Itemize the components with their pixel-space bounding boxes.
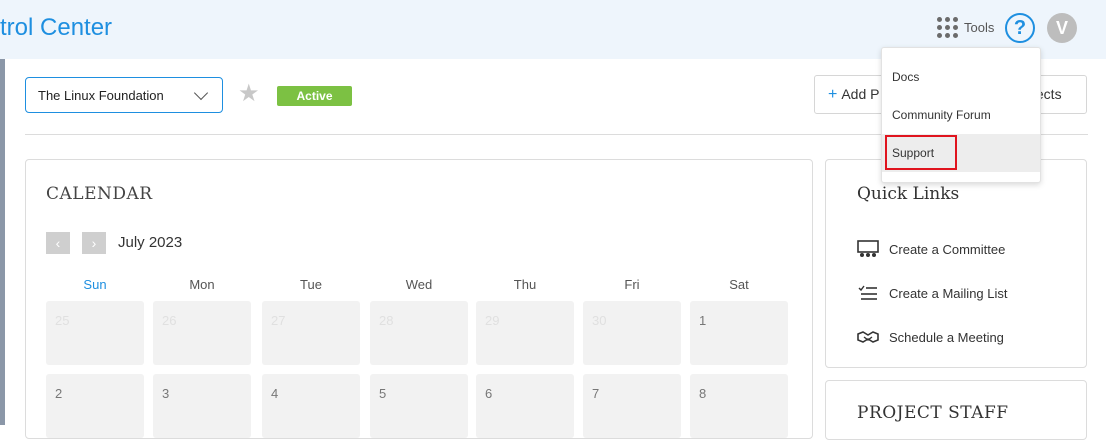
calendar-day[interactable]: 3 bbox=[153, 374, 251, 438]
weekday-header: Sun bbox=[83, 277, 107, 292]
project-staff-card: PROJECT STAFF bbox=[825, 380, 1087, 440]
menu-item-community-forum[interactable]: Community Forum bbox=[882, 96, 1040, 134]
weekday-header: Tue bbox=[300, 277, 322, 292]
day-number: 3 bbox=[162, 386, 170, 401]
status-badge: Active bbox=[277, 86, 352, 106]
day-number: 27 bbox=[271, 313, 286, 328]
avatar[interactable]: V bbox=[1047, 13, 1077, 43]
chevron-down-icon bbox=[193, 85, 209, 101]
calendar-day[interactable]: 5 bbox=[370, 374, 468, 438]
quick-link-label: Create a Committee bbox=[889, 241, 1006, 257]
tools-label: Tools bbox=[964, 20, 995, 35]
calendar-day[interactable]: 4 bbox=[262, 374, 360, 438]
day-number: 28 bbox=[379, 313, 394, 328]
highlight-box bbox=[885, 135, 957, 170]
weekday-header: Wed bbox=[405, 277, 433, 292]
help-icon[interactable]: ? bbox=[1005, 13, 1035, 43]
day-number: 8 bbox=[699, 386, 707, 401]
quick-link-create-mailing-list[interactable]: Create a Mailing List bbox=[857, 284, 1008, 302]
handshake-icon bbox=[857, 331, 879, 343]
calendar-day[interactable]: 8 bbox=[690, 374, 788, 438]
app-title: trol Center bbox=[0, 14, 113, 41]
mailing-list-icon bbox=[858, 285, 877, 300]
quick-link-schedule-meeting[interactable]: Schedule a Meeting bbox=[857, 328, 1004, 346]
tools-dropdown-menu: Docs Community Forum Support bbox=[881, 47, 1041, 183]
calendar-day[interactable]: 25 bbox=[46, 301, 144, 365]
plus-icon: + bbox=[828, 86, 838, 103]
calendar-day[interactable]: 2 bbox=[46, 374, 144, 438]
menu-item-docs[interactable]: Docs bbox=[882, 58, 1040, 96]
quick-links-card: Quick Links Create a Committee Create a … bbox=[825, 159, 1087, 368]
quick-links-title: Quick Links bbox=[857, 184, 960, 204]
calendar-day[interactable]: 6 bbox=[476, 374, 574, 438]
weekday-header: Sat bbox=[729, 277, 749, 292]
day-number: 7 bbox=[592, 386, 600, 401]
apps-grid-icon bbox=[937, 17, 958, 38]
calendar-day[interactable]: 26 bbox=[153, 301, 251, 365]
calendar-day[interactable]: 1 bbox=[690, 301, 788, 365]
star-icon[interactable]: ★ bbox=[238, 82, 260, 106]
day-number: 30 bbox=[592, 313, 607, 328]
day-number: 4 bbox=[271, 386, 279, 401]
calendar-day[interactable]: 7 bbox=[583, 374, 681, 438]
weekday-header: Mon bbox=[189, 277, 215, 292]
previous-month-button[interactable]: ‹ bbox=[46, 232, 70, 254]
next-month-button[interactable]: › bbox=[82, 232, 106, 254]
calendar-day[interactable]: 28 bbox=[370, 301, 468, 365]
calendar-card: CALENDAR ‹ › July 2023 Sun Mon Tue Wed T… bbox=[25, 159, 813, 439]
quick-link-create-committee[interactable]: Create a Committee bbox=[857, 240, 1005, 258]
day-number: 25 bbox=[55, 313, 70, 328]
project-staff-title: PROJECT STAFF bbox=[857, 403, 1009, 423]
day-number: 5 bbox=[379, 386, 387, 401]
day-number: 26 bbox=[162, 313, 177, 328]
quick-link-label: Create a Mailing List bbox=[889, 285, 1008, 301]
calendar-day[interactable]: 27 bbox=[262, 301, 360, 365]
add-project-label: Add P bbox=[841, 86, 880, 102]
organization-select[interactable]: The Linux Foundation bbox=[25, 77, 223, 113]
calendar-title: CALENDAR bbox=[46, 184, 153, 204]
calendar-day[interactable]: 30 bbox=[583, 301, 681, 365]
day-number: 2 bbox=[55, 386, 63, 401]
day-number: 6 bbox=[485, 386, 493, 401]
tools-button[interactable]: Tools bbox=[937, 17, 994, 38]
weekday-header: Thu bbox=[513, 277, 537, 292]
day-number: 1 bbox=[699, 313, 707, 328]
quick-link-label: Schedule a Meeting bbox=[889, 329, 1004, 345]
committee-icon bbox=[857, 240, 879, 257]
left-accent-bar bbox=[0, 59, 5, 425]
day-number: 29 bbox=[485, 313, 500, 328]
month-label: July 2023 bbox=[118, 234, 183, 251]
organization-select-value: The Linux Foundation bbox=[38, 87, 164, 103]
calendar-day[interactable]: 29 bbox=[476, 301, 574, 365]
weekday-header: Fri bbox=[624, 277, 640, 292]
